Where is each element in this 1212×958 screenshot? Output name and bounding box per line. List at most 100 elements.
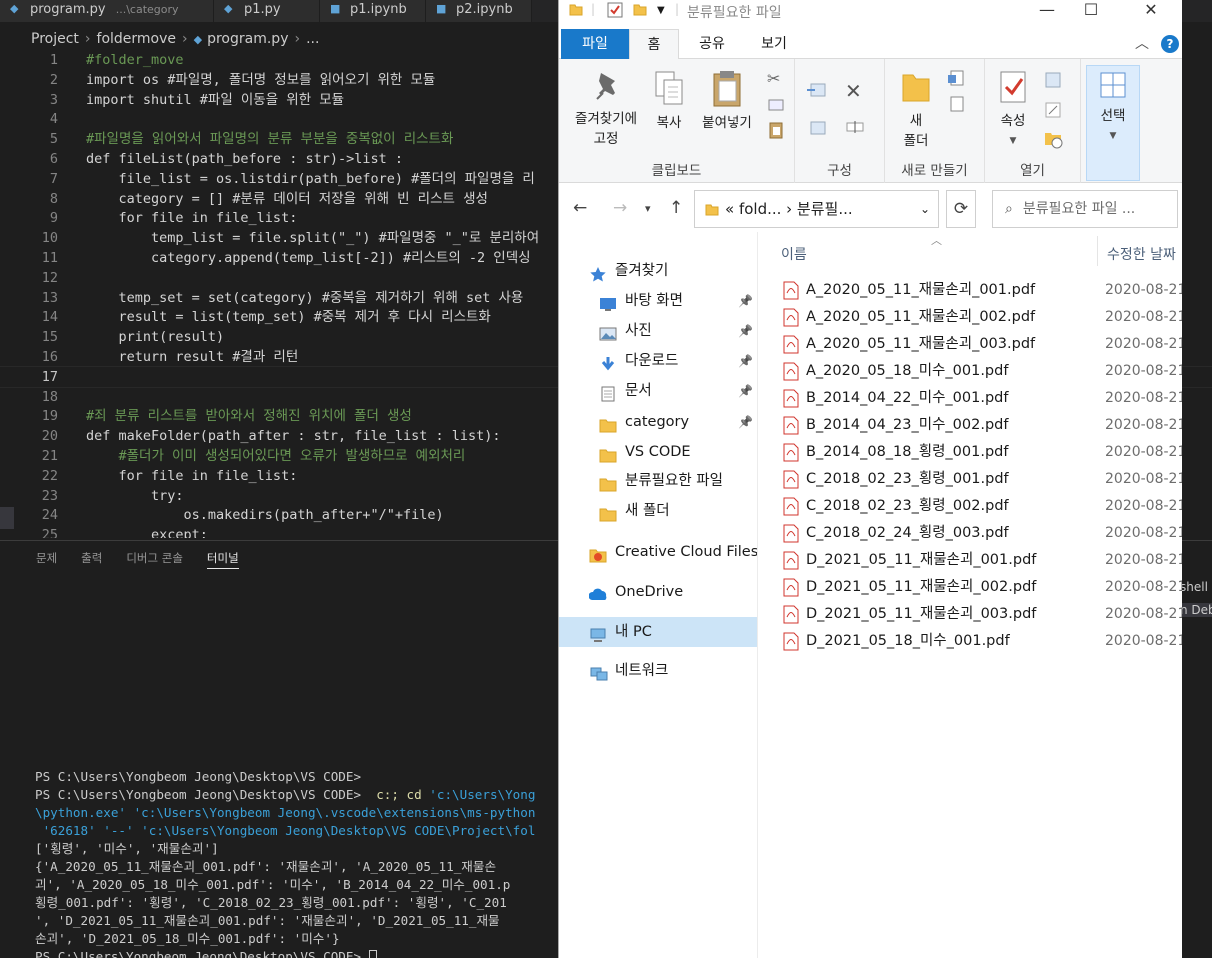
nav-item[interactable]: 즐겨찾기 <box>559 256 757 286</box>
file-row[interactable]: B_2014_04_22_미수_001.pdf 2020-08-21 <box>779 385 1182 412</box>
tab-share[interactable]: 공유 <box>687 29 737 59</box>
copy-button[interactable]: 복사 <box>649 69 689 133</box>
column-header-name[interactable]: 이름 <box>781 244 807 264</box>
pane-divider[interactable] <box>757 232 758 958</box>
breadcrumb-item[interactable]: ... <box>306 31 319 47</box>
tab-p1-py[interactable]: ◆ p1.py <box>214 0 320 22</box>
python-file-icon: ◆ <box>193 33 203 46</box>
tab-view[interactable]: 보기 <box>749 29 799 59</box>
tab-program-py[interactable]: ◆ program.py ...\category <box>0 0 214 22</box>
help-icon[interactable]: ? <box>1161 35 1179 53</box>
paste-shortcut-icon[interactable] <box>767 121 785 139</box>
nav-item[interactable]: 내 PC <box>559 617 757 647</box>
file-row[interactable]: C_2018_02_23_횡령_002.pdf 2020-08-21 <box>779 493 1182 520</box>
line-number: 21 <box>41 448 58 464</box>
select-button[interactable]: 선택 ▼ <box>1086 65 1140 181</box>
copy-to-icon[interactable] <box>805 119 826 135</box>
collapse-ribbon-icon[interactable]: ︿ <box>1135 33 1149 53</box>
tab-debug-console[interactable]: 디버그 콘솔 <box>126 547 183 569</box>
line-number: 22 <box>41 467 58 484</box>
file-row[interactable]: A_2020_05_11_재물손괴_003.pdf 2020-08-21 <box>779 331 1182 358</box>
file-row[interactable]: A_2020_05_11_재물손괴_002.pdf 2020-08-21 <box>779 304 1182 331</box>
search-input[interactable]: ⌕ 분류필요한 파일 ... <box>992 190 1178 228</box>
terminal-list-item[interactable]: n Deb <box>1180 603 1212 617</box>
file-row[interactable]: C_2018_02_24_횡령_003.pdf 2020-08-21 <box>779 520 1182 547</box>
up-arrow-icon[interactable]: ↑ <box>669 198 683 218</box>
breadcrumb-item[interactable]: program.py <box>207 31 288 47</box>
properties-button[interactable]: 속성 ▼ <box>991 69 1035 151</box>
tab-file[interactable]: 파일 <box>561 29 629 59</box>
recent-locations-icon[interactable]: ▾ <box>645 202 651 215</box>
terminal-list-item[interactable]: shell <box>1180 580 1212 594</box>
delete-icon[interactable]: ✕ <box>845 79 863 103</box>
nav-item[interactable]: category 📌 <box>559 407 757 437</box>
breadcrumb-item[interactable]: foldermove <box>97 31 177 47</box>
file-name: A_2020_05_11_재물손괴_002.pdf <box>806 309 1036 325</box>
maximize-button[interactable]: ☐ <box>1069 0 1113 22</box>
nav-item[interactable]: 다운로드 📌 <box>559 346 757 376</box>
address-bar[interactable]: « fold... › 분류필... ⌄ <box>694 190 939 228</box>
rename-icon[interactable] <box>845 119 864 135</box>
file-modified-date: 2020-08-21 <box>1105 579 1182 595</box>
history-icon[interactable] <box>1043 129 1063 149</box>
file-row[interactable]: D_2021_05_11_재물손괴_001.pdf 2020-08-21 <box>779 547 1182 574</box>
tab-terminal[interactable]: 터미널 <box>206 547 239 569</box>
code-text: try: <box>86 487 184 504</box>
chevron-down-icon[interactable]: ⌄ <box>920 191 930 227</box>
open-icon[interactable] <box>1043 71 1061 88</box>
edit-icon[interactable] <box>1043 101 1061 118</box>
nav-item[interactable]: 네트워크 <box>559 656 757 686</box>
tab-home[interactable]: 홈 <box>629 29 679 60</box>
column-header-modified[interactable]: 수정한 날짜 <box>1107 244 1176 264</box>
properties-check-icon[interactable] <box>607 2 623 20</box>
paste-button[interactable]: 붙여넣기 <box>695 69 759 133</box>
file-row[interactable]: D_2021_05_11_재물손괴_002.pdf 2020-08-21 <box>779 574 1182 601</box>
tab-problems[interactable]: 문제 <box>36 547 57 569</box>
chevron-right-icon: › <box>84 31 91 47</box>
tab-output[interactable]: 출력 <box>81 547 102 569</box>
back-arrow-icon[interactable]: ← <box>573 198 587 218</box>
pdf-file-icon <box>783 551 799 570</box>
file-row[interactable]: D_2021_05_11_재물손괴_003.pdf 2020-08-21 <box>779 601 1182 628</box>
new-item-icon[interactable] <box>947 69 965 86</box>
copy-path-icon[interactable] <box>767 97 785 113</box>
new-folder-button[interactable]: 새 폴더 <box>893 69 939 151</box>
file-row[interactable]: A_2020_05_18_미수_001.pdf 2020-08-21 <box>779 358 1182 385</box>
file-row[interactable]: C_2018_02_23_횡령_001.pdf 2020-08-21 <box>779 466 1182 493</box>
folder-icon <box>599 444 617 463</box>
easy-access-icon[interactable] <box>947 95 965 112</box>
file-row[interactable]: A_2020_05_11_재물손괴_001.pdf 2020-08-21 <box>779 277 1182 304</box>
nav-item[interactable]: OneDrive <box>559 577 757 607</box>
nav-item[interactable]: VS CODE <box>559 437 757 467</box>
customize-toolbar-icon[interactable]: ▼ <box>657 5 665 23</box>
nav-item[interactable]: 바탕 화면 📌 <box>559 286 757 316</box>
address-row: ← → ▾ ↑ « fold... › 분류필... ⌄ ⟳ ⌕ 분류필요한 파일… <box>559 188 1182 232</box>
forward-arrow-icon[interactable]: → <box>613 198 627 218</box>
nav-item[interactable]: Creative Cloud Files <box>559 537 758 567</box>
breadcrumb-item[interactable]: Project <box>31 31 79 47</box>
minimize-button[interactable]: — <box>1025 0 1069 22</box>
tab-p2-ipynb[interactable]: ■ p2.ipynb <box>426 0 532 22</box>
new-folder-icon[interactable] <box>633 2 647 20</box>
column-divider[interactable] <box>1097 236 1098 266</box>
nav-item-label: 새 폴더 <box>625 503 670 519</box>
tab-label: p1.ipynb <box>350 2 407 17</box>
code-text: file_list = os.listdir(path_before) #폴더의… <box>86 170 535 187</box>
file-row[interactable]: D_2021_05_18_미수_001.pdf 2020-08-21 <box>779 628 1182 655</box>
nav-item[interactable]: 분류필요한 파일 <box>559 466 757 496</box>
divider: | <box>591 2 596 16</box>
refresh-button[interactable]: ⟳ <box>946 190 976 228</box>
pin-to-quick-access-button[interactable]: 즐겨찾기에 고정 <box>567 69 645 149</box>
tab-p1-ipynb[interactable]: ■ p1.ipynb <box>320 0 426 22</box>
cut-icon[interactable]: ✂ <box>767 69 785 88</box>
file-row[interactable]: B_2014_04_23_미수_002.pdf 2020-08-21 <box>779 412 1182 439</box>
nav-item[interactable]: 문서 📌 <box>559 376 757 406</box>
close-button[interactable]: ✕ <box>1129 0 1173 22</box>
move-to-icon[interactable] <box>805 81 826 97</box>
nav-item[interactable]: 새 폴더 <box>559 496 757 526</box>
file-row[interactable]: B_2014_08_18_횡령_001.pdf 2020-08-21 <box>779 439 1182 466</box>
notebook-file-icon: ■ <box>436 2 447 15</box>
new-folder-label: 새 폴더 <box>903 113 929 149</box>
nav-item[interactable]: 사진 📌 <box>559 316 757 346</box>
pdf-file-icon <box>783 497 799 516</box>
